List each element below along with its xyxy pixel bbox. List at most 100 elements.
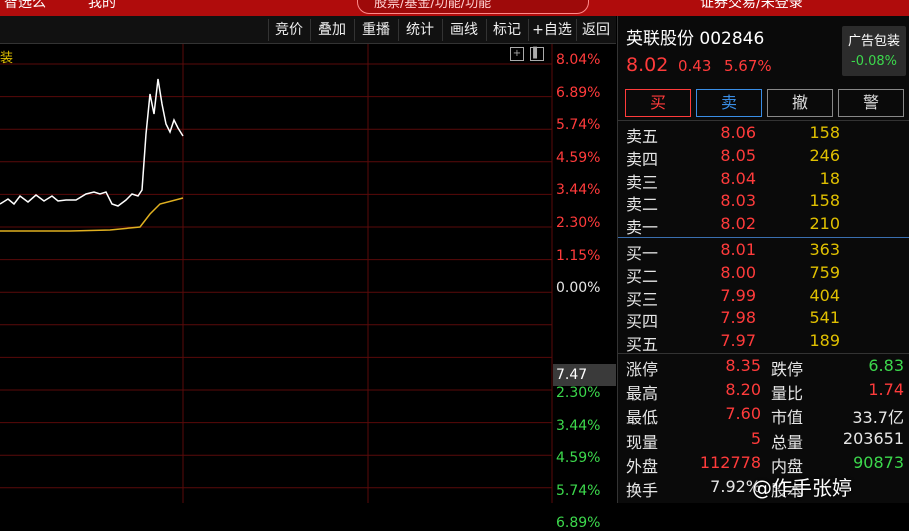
intraday-chart[interactable]: 装 + ▌ 8.04% 6.89% 5.74% 4.59% 3.44% 2.30% 1.15%…: [0, 44, 616, 531]
cancel-order-button[interactable]: 撤: [767, 89, 833, 117]
ask-level-label: 卖二: [626, 195, 659, 215]
bid-row[interactable]: 买二 8.00 759: [618, 263, 909, 286]
chart-controls: + ▌: [510, 47, 550, 61]
percent-tick-label: 6.89%: [556, 84, 601, 101]
ask-volume: 158: [809, 191, 840, 211]
stat-label: 跌停: [771, 360, 804, 379]
stat-label: 换手: [626, 481, 659, 500]
toolbar-auction-button[interactable]: 竞价: [268, 19, 309, 41]
ask-row[interactable]: 卖二 8.03 158: [618, 191, 909, 214]
nav-item-b[interactable]: 我的: [88, 0, 116, 12]
stat-cell: 量比 1.74: [771, 380, 904, 404]
bid-volume: 404: [809, 285, 840, 305]
divider: [618, 120, 909, 121]
stat-value: 112778: [699, 452, 761, 472]
bid-row[interactable]: 买五 7.97 189: [618, 331, 909, 354]
watermark: @作手张婷: [752, 476, 852, 500]
stat-cell: 跌停 6.83: [771, 356, 904, 379]
bid-level-label: 买五: [626, 335, 659, 355]
intraday-chart-svg: [0, 44, 553, 503]
toolbar-draw-button[interactable]: 画线: [442, 19, 485, 41]
bid-price: 7.99: [720, 285, 756, 305]
stat-label: 量比: [771, 384, 804, 404]
sector-badge[interactable]: 广告包装 -0.08%: [842, 26, 906, 76]
nav-item-a[interactable]: 智选么: [4, 0, 46, 12]
percent-tick-label: 1.15%: [556, 247, 601, 264]
toolbar-back-button[interactable]: 返回: [576, 19, 615, 41]
average-price-line: [0, 197, 184, 232]
chart-toolbar: 竞价 叠加 重播 统计 画线 标记 +自选 返回: [0, 16, 616, 44]
bid-level-label: 买一: [626, 244, 659, 263]
stat-label: 涨停: [626, 360, 659, 379]
percent-tick-label: 5.74%: [556, 117, 601, 134]
panel-toggle-icon[interactable]: ▌: [530, 47, 544, 61]
stat-cell: 市值 33.7亿: [771, 404, 904, 428]
toolbar-overlay-button[interactable]: 叠加: [310, 19, 353, 41]
price-change-pct: 5.67%: [724, 57, 772, 75]
divider: [618, 353, 909, 354]
search-input[interactable]: 股票/基金/功能/功能: [357, 0, 589, 14]
stat-value: 6.83: [868, 356, 904, 375]
last-price: 8.02: [626, 54, 669, 76]
bid-row[interactable]: 买三 7.99 404: [618, 286, 909, 309]
stat-cell: 最高 8.20: [626, 380, 761, 404]
percent-tick-label: 5.74%: [556, 482, 601, 499]
ask-row[interactable]: 卖五 8.06 158: [618, 123, 909, 146]
toolbar-stats-button[interactable]: 统计: [398, 19, 441, 41]
toolbar-mark-button[interactable]: 标记: [486, 19, 527, 41]
percent-tick-label: 3.44%: [556, 182, 601, 199]
toolbar-add-watchlist-button[interactable]: +自选: [528, 19, 575, 41]
add-icon[interactable]: +: [510, 47, 524, 61]
toolbar-replay-button[interactable]: 重播: [354, 19, 397, 41]
stat-value: 5: [750, 428, 761, 448]
ask-row[interactable]: 卖一 8.02 210: [618, 214, 909, 237]
ask-level-label: 卖三: [626, 172, 659, 192]
bid-volume: 759: [809, 262, 840, 282]
chart-grid: [0, 44, 553, 503]
ask-price: 8.02: [720, 214, 756, 234]
bid-volume: 189: [809, 331, 840, 351]
stat-value: 7.60: [725, 404, 761, 424]
bid-level-label: 买四: [626, 312, 659, 332]
alert-button[interactable]: 警: [838, 89, 904, 117]
trade-login-link[interactable]: 证券交易/未登录: [700, 0, 803, 12]
bid-volume: 541: [809, 308, 840, 328]
stat-value: 8.35: [725, 356, 761, 375]
top-navigation-bar: 智选么 我的 股票/基金/功能/功能 证券交易/未登录: [0, 0, 909, 16]
ask-row[interactable]: 卖三 8.04 18: [618, 169, 909, 192]
percent-tick-label: 4.59%: [556, 149, 601, 166]
spread-divider: [618, 237, 909, 238]
percent-tick-label: 2.30%: [556, 215, 601, 231]
stat-label: 最低: [626, 408, 659, 428]
ask-volume: 158: [809, 123, 840, 142]
stat-value: 203651: [842, 428, 904, 448]
ask-price: 8.06: [720, 123, 756, 142]
percent-tick-label: 8.04%: [556, 52, 601, 68]
stat-cell: 总量 203651: [771, 428, 904, 452]
bid-row[interactable]: 买一 8.01 363: [618, 240, 909, 263]
stock-name: 英联股份: [626, 29, 694, 49]
stat-label: 市值: [771, 408, 804, 428]
ask-price: 8.03: [720, 191, 756, 211]
percent-tick-label: 3.44%: [556, 417, 601, 434]
bid-row[interactable]: 买四 7.98 541: [618, 308, 909, 331]
stat-label: 最高: [626, 384, 659, 404]
sector-name: 广告包装: [847, 34, 900, 49]
buy-button[interactable]: 买: [625, 89, 691, 117]
ask-level-label: 卖五: [626, 127, 659, 146]
sell-button[interactable]: 卖: [696, 89, 762, 117]
ask-price: 8.05: [720, 145, 756, 165]
search-placeholder: 股票/基金/功能/功能: [374, 0, 492, 11]
price-change: 0.43: [678, 57, 712, 75]
stat-value: 33.7亿: [852, 408, 904, 428]
ask-price: 8.04: [720, 168, 756, 188]
quote-panel: 英联股份 002846 广告包装 -0.08% 8.02 0.43 5.67% …: [617, 16, 909, 503]
ask-volume: 18: [819, 168, 840, 188]
bid-price: 8.01: [720, 240, 756, 259]
bid-level-label: 买三: [626, 289, 659, 309]
percent-tick-label: 0.00%: [556, 280, 601, 297]
ask-volume: 210: [809, 214, 840, 234]
stat-cell: 现量 5: [626, 428, 761, 452]
ask-row[interactable]: 卖四 8.05 246: [618, 146, 909, 169]
stock-title: 英联股份 002846: [626, 24, 764, 49]
